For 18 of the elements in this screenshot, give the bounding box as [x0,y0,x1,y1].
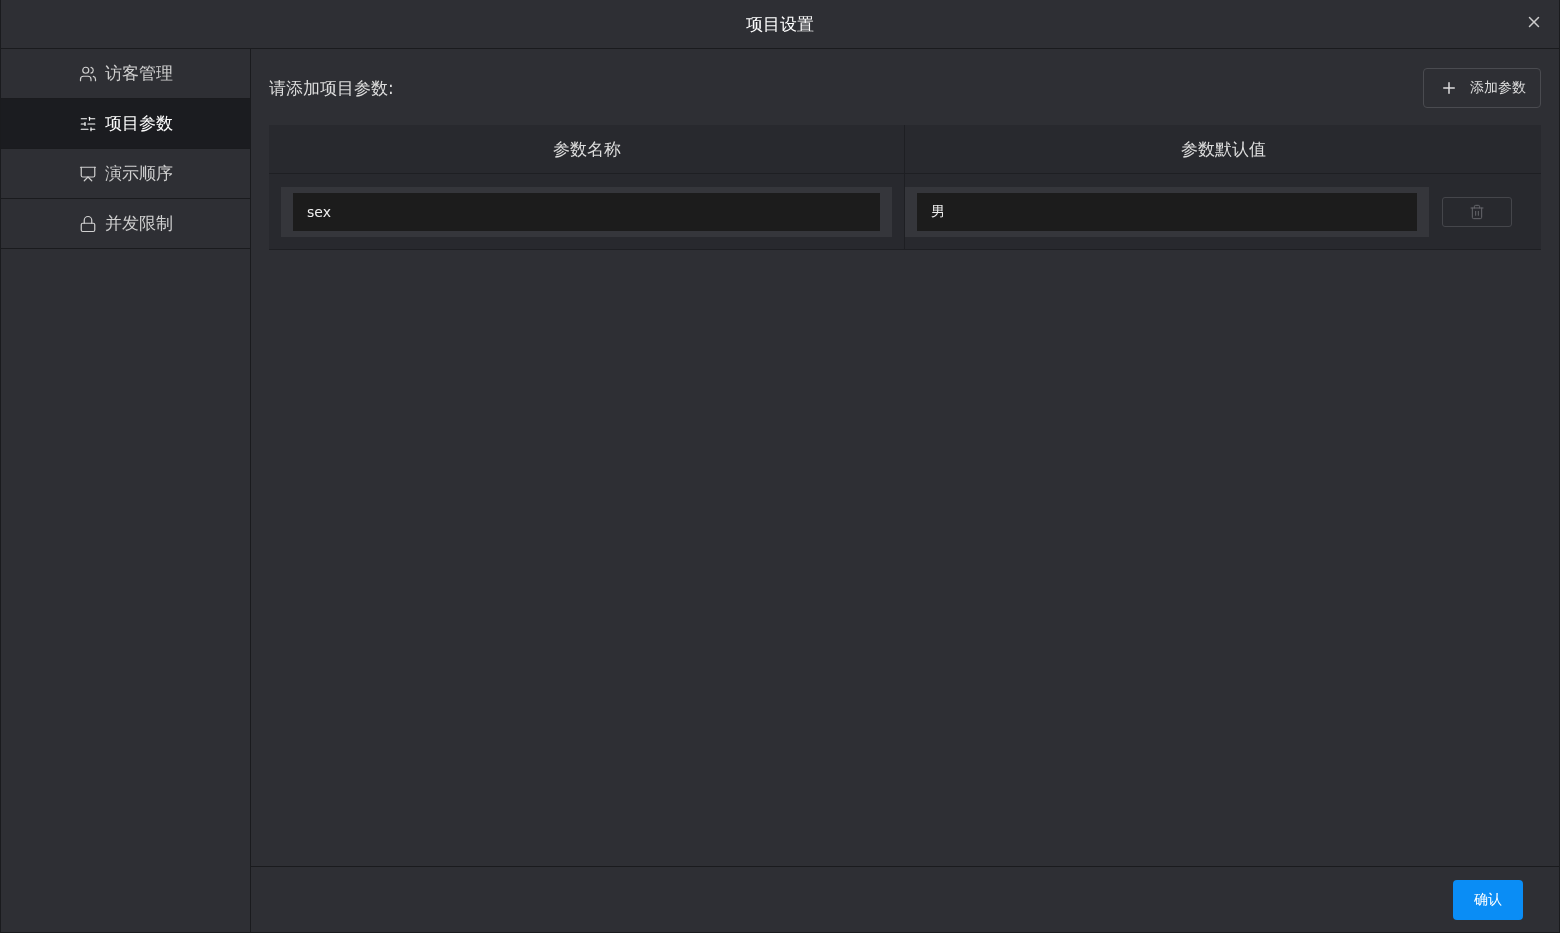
input-field[interactable]: sex [281,186,892,237]
lock-icon [78,214,97,233]
column-header: 参数默认值 [905,125,1541,174]
users-icon [78,64,97,83]
window-title: 项目设置 [746,12,814,36]
presentation-board-icon [78,164,97,183]
sidebar-item-label: 访客管理 [104,62,173,85]
plus-icon [1440,79,1458,97]
sidebar-item[interactable]: 项目参数 [1,99,250,149]
column-header: 参数名称 [269,125,905,174]
section-heading: 请添加项目参数: [269,76,394,100]
sliders-icon [78,114,97,133]
input-field[interactable]: 男 [905,186,1429,237]
sidebar-item-label: 并发限制 [104,212,173,235]
sidebar-item-label: 演示顺序 [104,162,173,185]
sidebar-item-label: 项目参数 [104,112,173,135]
trash-icon [1469,203,1485,220]
add-parameter-button[interactable]: 添加参数 [1423,68,1541,108]
